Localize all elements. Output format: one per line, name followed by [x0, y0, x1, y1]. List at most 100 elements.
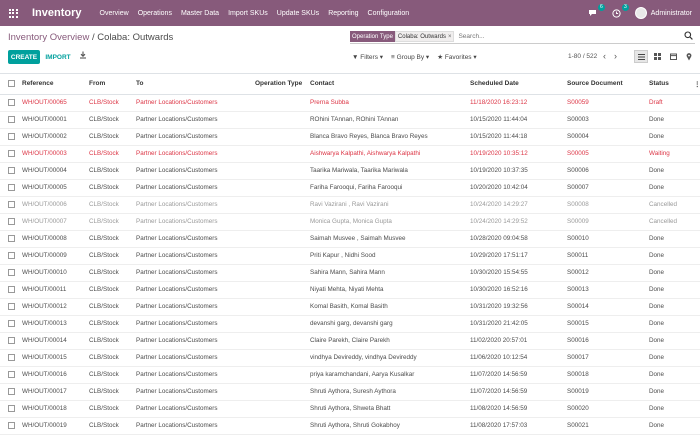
table-row[interactable]: WH/OUT/00018 CLB/Stock Partner Locations/C…	[0, 400, 700, 418]
calendar-view-icon[interactable]	[666, 50, 680, 63]
activity-clock-icon[interactable]: 3	[611, 4, 629, 19]
table-row[interactable]: WH/OUT/00009 CLB/Stock Partner Locations/C…	[0, 247, 700, 265]
search-input[interactable]	[458, 33, 695, 40]
table-row[interactable]: WH/OUT/00005 CLB/Stock Partner Locations/C…	[0, 179, 700, 197]
user-menu[interactable]: Administrator	[634, 7, 692, 19]
row-select-cell	[0, 281, 20, 299]
select-all-checkbox[interactable]	[8, 80, 15, 88]
cell-operation-type	[253, 417, 308, 435]
column-header-reference[interactable]: Reference	[20, 74, 87, 95]
table-row[interactable]: WH/OUT/00001 CLB/Stock Partner Locations/C…	[0, 111, 700, 129]
kanban-view-icon[interactable]	[650, 50, 664, 63]
row-checkbox[interactable]	[8, 234, 15, 242]
column-header-operation-type[interactable]: Operation Type	[253, 74, 308, 95]
menu-item-reporting[interactable]: Reporting	[328, 10, 358, 17]
table-row[interactable]: WH/OUT/00007 CLB/Stock Partner Locations/C…	[0, 213, 700, 231]
table-row[interactable]: WH/OUT/00016 CLB/Stock Partner Locations/C…	[0, 366, 700, 384]
cell-operation-type	[253, 298, 308, 316]
chat-icon[interactable]: 6	[587, 4, 605, 19]
row-checkbox[interactable]	[8, 302, 15, 310]
column-header-status[interactable]: Status	[647, 74, 692, 95]
menu-item-update-skus[interactable]: Update SKUs	[277, 10, 319, 17]
cell-contact: Shruti Aythora, Shweta Bhatt	[308, 400, 468, 418]
table-row[interactable]: WH/OUT/00019 CLB/Stock Partner Locations/C…	[0, 417, 700, 435]
filters-label: Filters	[360, 54, 378, 61]
cell-source-document: S00009	[565, 213, 647, 231]
cell-source-document: S00008	[565, 196, 647, 214]
row-select-cell	[0, 213, 20, 231]
cell-from: CLB/Stock	[87, 400, 134, 418]
column-header-to[interactable]: To	[134, 74, 253, 95]
row-checkbox[interactable]	[8, 149, 15, 157]
column-header-scheduled-date[interactable]: Scheduled Date	[468, 74, 565, 95]
app-title[interactable]: Inventory	[32, 7, 82, 19]
map-view-icon[interactable]	[682, 50, 696, 63]
cell-status: Done	[647, 128, 692, 146]
row-select-cell	[0, 145, 20, 163]
row-checkbox[interactable]	[8, 285, 15, 293]
row-checkbox[interactable]	[8, 387, 15, 395]
pager-value[interactable]: 1-80 / 522	[568, 53, 597, 60]
import-button[interactable]: IMPORT	[45, 50, 71, 64]
optional-columns-icon[interactable]: ⋮	[692, 74, 700, 95]
column-header-contact[interactable]: Contact	[308, 74, 468, 95]
apps-menu-icon[interactable]	[0, 0, 26, 26]
transfers-table: Reference From To Operation Type Contact…	[0, 74, 700, 435]
menu-item-import-skus[interactable]: Import SKUs	[228, 10, 268, 17]
table-row[interactable]: WH/OUT/00012 CLB/Stock Partner Locations/C…	[0, 298, 700, 316]
table-row[interactable]: WH/OUT/00065 CLB/Stock Partner Locations/C…	[0, 94, 700, 112]
row-checkbox[interactable]	[8, 183, 15, 191]
groupby-dropdown[interactable]: ≡ Group By ▾	[391, 53, 429, 61]
pager-previous-icon[interactable]: ‹	[603, 51, 606, 61]
facet-close-icon[interactable]: ×	[448, 34, 452, 40]
search-icon[interactable]	[684, 31, 693, 42]
row-spacer-cell	[692, 315, 700, 333]
cell-to: Partner Locations/Customers	[134, 315, 253, 333]
row-checkbox[interactable]	[8, 404, 15, 412]
table-row[interactable]: WH/OUT/00015 CLB/Stock Partner Locations/C…	[0, 349, 700, 367]
facet-value-text: Colaba: Outwards	[397, 33, 446, 40]
row-checkbox[interactable]	[8, 370, 15, 378]
breadcrumb-parent-link[interactable]: Inventory Overview	[8, 32, 89, 43]
cell-to: Partner Locations/Customers	[134, 247, 253, 265]
cell-status: Done	[647, 298, 692, 316]
row-checkbox[interactable]	[8, 251, 15, 259]
favorites-dropdown[interactable]: ★ Favorites ▾	[437, 53, 476, 61]
column-header-from[interactable]: From	[87, 74, 134, 95]
table-row[interactable]: WH/OUT/00002 CLB/Stock Partner Locations/C…	[0, 128, 700, 146]
row-checkbox[interactable]	[8, 132, 15, 140]
cell-contact: Komal Basith, Komal Basith	[308, 298, 468, 316]
filters-dropdown[interactable]: ▼ Filters ▾	[352, 53, 383, 61]
row-checkbox[interactable]	[8, 200, 15, 208]
row-select-cell	[0, 264, 20, 282]
table-row[interactable]: WH/OUT/00017 CLB/Stock Partner Locations/C…	[0, 383, 700, 401]
row-checkbox[interactable]	[8, 115, 15, 123]
table-row[interactable]: WH/OUT/00011 CLB/Stock Partner Locations/C…	[0, 281, 700, 299]
row-checkbox[interactable]	[8, 98, 15, 106]
cell-operation-type	[253, 145, 308, 163]
menu-item-master-data[interactable]: Master Data	[181, 10, 219, 17]
row-checkbox[interactable]	[8, 217, 15, 225]
row-checkbox[interactable]	[8, 319, 15, 327]
table-row[interactable]: WH/OUT/00013 CLB/Stock Partner Locations/C…	[0, 315, 700, 333]
column-header-source-document[interactable]: Source Document	[565, 74, 647, 95]
create-button[interactable]: CREATE	[8, 50, 40, 64]
download-icon[interactable]	[79, 51, 87, 61]
table-row[interactable]: WH/OUT/00006 CLB/Stock Partner Locations/C…	[0, 196, 700, 214]
search-bar: Operation Type Colaba: Outwards ×	[350, 30, 695, 44]
row-checkbox[interactable]	[8, 268, 15, 276]
menu-item-configuration[interactable]: Configuration	[368, 10, 410, 17]
pager-next-icon[interactable]: ›	[614, 51, 617, 61]
row-checkbox[interactable]	[8, 421, 15, 429]
table-row[interactable]: WH/OUT/00004 CLB/Stock Partner Locations/C…	[0, 162, 700, 180]
row-checkbox[interactable]	[8, 336, 15, 344]
row-checkbox[interactable]	[8, 166, 15, 174]
table-row[interactable]: WH/OUT/00010 CLB/Stock Partner Locations/C…	[0, 264, 700, 282]
table-row[interactable]: WH/OUT/00014 CLB/Stock Partner Locations/C…	[0, 332, 700, 350]
menu-item-operations[interactable]: Operations	[138, 10, 172, 17]
row-checkbox[interactable]	[8, 353, 15, 361]
menu-item-overview[interactable]: Overview	[100, 10, 129, 17]
table-row[interactable]: WH/OUT/00003 CLB/Stock Partner Locations/C…	[0, 145, 700, 163]
table-row[interactable]: WH/OUT/00008 CLB/Stock Partner Locations/C…	[0, 230, 700, 248]
list-view-icon[interactable]	[634, 50, 648, 63]
